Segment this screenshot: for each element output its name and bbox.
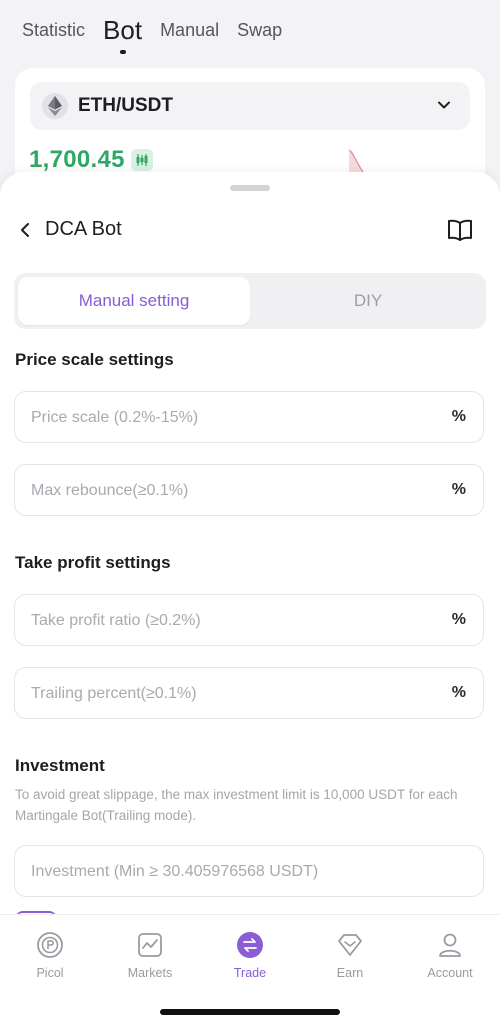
- home-indicator[interactable]: [160, 1009, 340, 1015]
- guide-button[interactable]: [446, 216, 474, 244]
- take-profit-ratio-input[interactable]: [29, 595, 433, 647]
- nav-item-picol[interactable]: Picol: [0, 931, 100, 991]
- chevron-left-icon: [21, 223, 29, 237]
- book-icon: [448, 219, 472, 241]
- trade-icon: [236, 931, 264, 959]
- investment-input[interactable]: [29, 846, 433, 898]
- nav-item-earn[interactable]: Earn: [300, 931, 400, 991]
- segment-diy[interactable]: DIY: [254, 277, 482, 325]
- app-root: Statistic Bot Manual Swap ETH/USDT 1,700…: [0, 0, 500, 1024]
- nav-item-trade[interactable]: Trade: [200, 931, 300, 991]
- tab-bot[interactable]: Bot: [103, 14, 142, 54]
- nav-label-picol: Picol: [36, 966, 64, 980]
- earn-icon: [336, 931, 364, 959]
- bottom-nav: Picol Markets Trade Earn Account: [0, 914, 500, 1024]
- tab-statistic[interactable]: Statistic: [22, 14, 85, 46]
- percent-unit: %: [451, 611, 466, 628]
- sheet-drag-handle[interactable]: [230, 185, 270, 191]
- max-rebounce-input[interactable]: [29, 465, 433, 517]
- price-row: 1,700.45: [29, 146, 153, 174]
- investment-section-title: Investment: [15, 756, 105, 775]
- tab-manual[interactable]: Manual: [160, 14, 219, 46]
- trailing-percent-field[interactable]: %: [14, 667, 484, 720]
- back-button[interactable]: [14, 219, 36, 241]
- nav-item-account[interactable]: Account: [400, 931, 500, 991]
- nav-label-markets: Markets: [127, 966, 173, 980]
- segment-manual-setting[interactable]: Manual setting: [18, 277, 250, 325]
- max-rebounce-field[interactable]: %: [14, 464, 484, 517]
- picol-icon: [36, 931, 64, 959]
- pair-selector[interactable]: ETH/USDT: [30, 82, 470, 130]
- dca-bot-sheet: DCA Bot Manual setting DIY Price scale s…: [0, 172, 500, 1024]
- chevron-down-icon: [436, 97, 452, 118]
- top-tab-bar: Statistic Bot Manual Swap: [22, 14, 300, 54]
- tab-swap[interactable]: Swap: [237, 14, 282, 46]
- nav-label-earn: Earn: [336, 966, 364, 980]
- sheet-title: DCA Bot: [45, 218, 122, 240]
- sheet-header: DCA Bot: [0, 212, 500, 248]
- price-scale-section-title: Price scale settings: [15, 350, 174, 369]
- pair-label: ETH/USDT: [78, 95, 173, 116]
- nav-item-markets[interactable]: Markets: [100, 931, 200, 991]
- percent-unit: %: [451, 684, 466, 701]
- ethereum-icon: [42, 93, 68, 119]
- take-profit-ratio-field[interactable]: %: [14, 594, 484, 647]
- investment-info-text: To avoid great slippage, the max investm…: [15, 787, 458, 823]
- last-price: 1,700.45: [29, 146, 125, 173]
- take-profit-section-title: Take profit settings: [15, 553, 171, 572]
- price-scale-input[interactable]: [29, 392, 433, 444]
- trailing-percent-input[interactable]: [29, 668, 433, 720]
- mode-segmented-control: Manual setting DIY: [14, 273, 486, 329]
- markets-icon: [136, 931, 164, 959]
- candlestick-icon[interactable]: [130, 149, 153, 171]
- price-scale-field[interactable]: %: [14, 391, 484, 444]
- nav-label-account: Account: [427, 966, 473, 980]
- investment-field[interactable]: [14, 845, 484, 898]
- percent-unit: %: [451, 481, 466, 498]
- percent-unit: %: [451, 408, 466, 425]
- nav-label-trade: Trade: [233, 966, 267, 980]
- mini-price-chart: [348, 149, 364, 172]
- account-icon: [436, 931, 464, 959]
